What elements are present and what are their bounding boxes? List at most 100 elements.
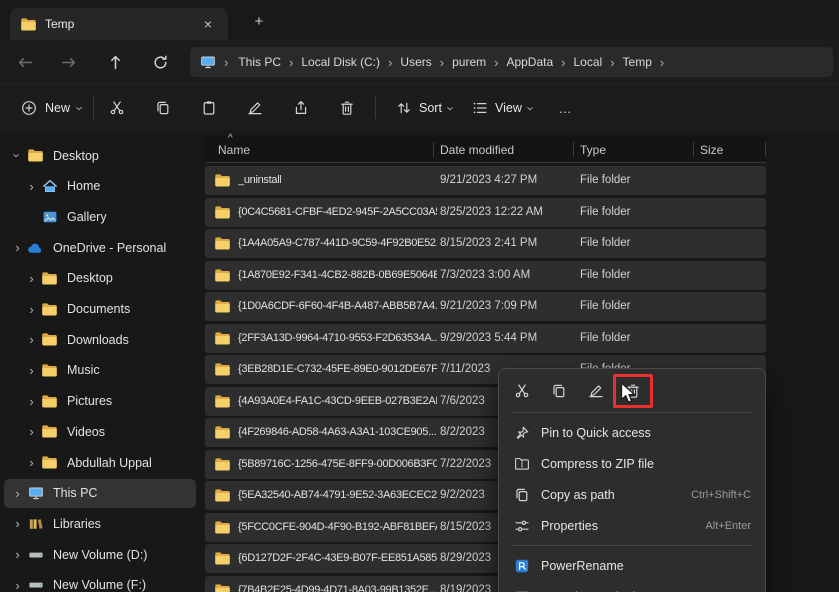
chevron-right-icon[interactable]: › xyxy=(24,180,39,193)
folder-icon xyxy=(25,148,46,163)
sidebar-item-new-volume-f[interactable]: ›New Volume (F:) xyxy=(4,571,196,592)
sidebar-item-downloads[interactable]: ›Downloads xyxy=(4,325,196,354)
menu-cut-button[interactable] xyxy=(506,376,538,406)
breadcrumb-item-temp[interactable]: Temp xyxy=(617,53,658,71)
file-name: {5EA32540-AB74-4791-9E52-3A63ECEC2... xyxy=(238,489,437,501)
breadcrumb-item-purem[interactable]: purem xyxy=(446,53,492,71)
sidebar-item-home[interactable]: ›Home xyxy=(4,172,196,201)
chevron-right-icon[interactable]: › xyxy=(10,487,25,500)
sidebar-item-documents[interactable]: ›Documents xyxy=(4,295,196,324)
up-icon xyxy=(107,54,124,71)
menu-separator xyxy=(512,412,752,413)
sidebar-item-label: This PC xyxy=(53,486,97,500)
sidebar-item-this-pc[interactable]: › This PC xyxy=(4,479,196,508)
sidebar-item-videos[interactable]: ›Videos xyxy=(4,417,196,446)
new-tab-button[interactable]: + xyxy=(248,10,270,32)
menu-item-compress-to-zip-file[interactable]: Compress to ZIP file xyxy=(504,448,760,479)
file-date-modified: 9/21/2023 7:09 PM xyxy=(440,300,537,312)
breadcrumb-item-appdata[interactable]: AppData xyxy=(500,53,559,71)
file-name: {5FCC0CFE-904D-4F90-B192-ABF81BEFA... xyxy=(238,521,437,533)
paste-button[interactable] xyxy=(190,93,228,123)
column-date-modified[interactable]: Date modified xyxy=(440,143,514,157)
menu-item-shortcut: Ctrl+Shift+C xyxy=(691,489,751,501)
sidebar-item-desktop[interactable]: ›Desktop xyxy=(4,141,196,170)
copy-path-icon xyxy=(513,487,531,503)
file-row[interactable]: {0C4C5681-CFBF-4ED2-945F-2A5CC03A5...8/2… xyxy=(205,198,766,227)
sort-button[interactable]: Sort › xyxy=(386,93,463,123)
chevron-right-icon: › xyxy=(438,56,446,69)
sidebar-item-onedrive-personal[interactable]: ›OneDrive - Personal xyxy=(4,233,196,262)
sidebar-item-pictures[interactable]: ›Pictures xyxy=(4,387,196,416)
address-bar[interactable]: › This PC›Local Disk (C:)›Users›purem›Ap… xyxy=(190,47,833,77)
file-row[interactable]: {2FF3A13D-9964-4710-9553-F2D63534A...9/2… xyxy=(205,324,766,353)
breadcrumb-item-users[interactable]: Users xyxy=(394,53,437,71)
breadcrumb-item-this-pc[interactable]: This PC xyxy=(232,53,287,71)
sidebar-item-music[interactable]: ›Music xyxy=(4,356,196,385)
sidebar-item-libraries[interactable]: ›Libraries xyxy=(4,509,196,538)
sidebar-item-new-volume-d[interactable]: ›New Volume (D:) xyxy=(4,540,196,569)
chevron-right-icon[interactable]: › xyxy=(24,425,39,438)
breadcrumb-item-local-disk-c[interactable]: Local Disk (C:) xyxy=(295,53,386,71)
sidebar-item-gallery[interactable]: Gallery xyxy=(4,202,196,231)
column-divider[interactable] xyxy=(693,142,694,157)
column-divider[interactable] xyxy=(765,142,766,157)
file-name: {0C4C5681-CFBF-4ED2-945F-2A5CC03A5... xyxy=(238,206,437,218)
file-row[interactable]: {1A870E92-F341-4CB2-882B-0B69E5064E...7/… xyxy=(205,261,766,290)
sidebar-item-desktop[interactable]: ›Desktop xyxy=(4,264,196,293)
file-row[interactable]: {1D0A6CDF-6F60-4F4B-A487-ABB5B7A4...9/21… xyxy=(205,292,766,321)
rename-icon xyxy=(247,100,263,116)
menu-delete-button[interactable] xyxy=(617,376,649,406)
column-header-row: Name ^ Date modified Type Size xyxy=(205,136,766,163)
view-button[interactable]: View › xyxy=(462,93,543,123)
powerrename-icon xyxy=(513,558,531,574)
new-button[interactable]: New › xyxy=(10,93,93,123)
column-divider[interactable] xyxy=(573,142,574,157)
rename-button[interactable] xyxy=(236,93,274,123)
file-row[interactable]: _uninstall9/21/2023 4:27 PMFile folder xyxy=(205,166,766,195)
menu-item-powerrename[interactable]: PowerRename xyxy=(504,550,760,581)
column-type[interactable]: Type xyxy=(580,143,606,157)
chevron-right-icon: › xyxy=(287,56,295,69)
chevron-right-icon[interactable]: › xyxy=(10,241,25,254)
cut-button[interactable] xyxy=(98,93,136,123)
file-row[interactable]: {1A4A05A9-C787-441D-9C59-4F92B0E52...8/1… xyxy=(205,229,766,258)
paste-icon xyxy=(201,100,217,116)
window-tab[interactable]: Temp × xyxy=(10,8,228,40)
refresh-button[interactable] xyxy=(144,48,176,76)
chevron-down-icon[interactable]: › xyxy=(10,149,25,162)
menu-item-pin-to-quick-access[interactable]: Pin to Quick access xyxy=(504,417,760,448)
column-size[interactable]: Size xyxy=(700,143,723,157)
menu-rename-button[interactable] xyxy=(580,376,612,406)
chevron-right-icon[interactable]: › xyxy=(24,456,39,469)
forward-button[interactable] xyxy=(52,48,84,76)
file-date-modified: 8/19/2023 xyxy=(440,584,491,592)
breadcrumb-item-local[interactable]: Local xyxy=(568,53,609,71)
sidebar-item-abdullah-uppal[interactable]: ›Abdullah Uppal xyxy=(4,448,196,477)
chevron-right-icon[interactable]: › xyxy=(24,395,39,408)
share-button[interactable] xyxy=(282,93,320,123)
chevron-right-icon[interactable]: › xyxy=(24,272,39,285)
column-name[interactable]: Name xyxy=(218,143,250,157)
up-button[interactable] xyxy=(99,48,131,76)
chevron-right-icon: › xyxy=(658,56,666,69)
menu-item-copy-as-path[interactable]: Copy as pathCtrl+Shift+C xyxy=(504,479,760,510)
back-button[interactable] xyxy=(9,48,41,76)
more-options-button[interactable]: … xyxy=(548,93,582,123)
copy-button[interactable] xyxy=(144,93,182,123)
chevron-right-icon[interactable]: › xyxy=(10,548,25,561)
folder-icon xyxy=(214,236,231,251)
close-tab-icon[interactable]: × xyxy=(198,14,218,34)
menu-item-properties[interactable]: PropertiesAlt+Enter xyxy=(504,510,760,541)
zip-icon xyxy=(513,456,531,472)
folder-icon xyxy=(214,173,231,188)
delete-button[interactable] xyxy=(328,93,366,123)
menu-item-open-in-terminal[interactable]: Open in Terminal xyxy=(504,581,760,592)
chevron-right-icon[interactable]: › xyxy=(24,303,39,316)
chevron-right-icon[interactable]: › xyxy=(24,364,39,377)
chevron-right-icon[interactable]: › xyxy=(24,333,39,346)
chevron-right-icon[interactable]: › xyxy=(10,517,25,530)
menu-copy-button[interactable] xyxy=(543,376,575,406)
file-date-modified: 8/15/2023 xyxy=(440,521,491,533)
chevron-right-icon[interactable]: › xyxy=(10,579,25,592)
column-divider[interactable] xyxy=(433,142,434,157)
